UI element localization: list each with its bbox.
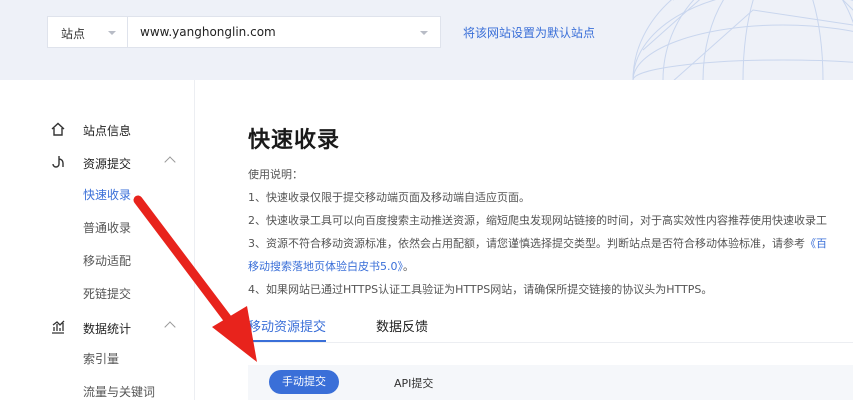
sidebar-item-label: 资源提交 (83, 157, 132, 171)
site-url-select[interactable]: www.yanghonglin.com (127, 16, 441, 48)
sidebar-subitem-dead-link[interactable]: 死链提交 (83, 285, 131, 302)
sidebar-item-label: 站点信息 (83, 124, 132, 138)
usage-line-1: 1、快速收录仅限于提交移动端页面及移动端自适应页面。 (248, 191, 530, 204)
site-select[interactable]: 站点 (47, 16, 127, 48)
usage-line-4: 4、如果网站已通过HTTPS认证工具验证为HTTPS网站，请确保所提交链接的协议… (248, 283, 713, 296)
home-icon (51, 122, 65, 136)
site-url-value: www.yanghonglin.com (140, 25, 276, 39)
set-default-site-link[interactable]: 将该网站设置为默认站点 (463, 24, 595, 41)
manual-submit-button[interactable]: 手动提交 (269, 370, 339, 394)
globe-decoration-icon (632, 0, 853, 80)
sidebar-subitem-normal-index[interactable]: 普通收录 (83, 219, 131, 236)
submit-method-bar: 手动提交 API提交 (248, 365, 853, 400)
sidebar-subitem-index-volume[interactable]: 索引量 (83, 350, 119, 367)
whitepaper-link[interactable]: 《百 (805, 237, 827, 250)
sidebar-subitem-mobile-adapt[interactable]: 移动适配 (83, 252, 131, 269)
chevron-up-icon (164, 321, 176, 333)
api-submit-tab[interactable]: API提交 (394, 375, 433, 391)
chevron-down-icon (108, 31, 116, 35)
usage-line-3-cont: 移动搜索落地页体验白皮书5.0》。 (248, 258, 414, 274)
page-title: 快速收录 (248, 128, 341, 153)
top-header: 站点 www.yanghonglin.com 将该网站设置为默认站点 (0, 0, 853, 80)
chevron-down-icon (420, 31, 428, 35)
tab-data-feedback[interactable]: 数据反馈 (376, 316, 428, 335)
main-content: 快速收录 使用说明： 1、快速收录仅限于提交移动端页面及移动端自适应页面。 2、… (196, 80, 853, 400)
usage-line-3-tail: 。 (403, 260, 414, 273)
usage-line-2: 2、快速收录工具可以向百度搜索主动推送资源，缩短爬虫发现网站链接的时间，对于高实… (248, 214, 827, 227)
whitepaper-link-cont[interactable]: 移动搜索落地页体验白皮书5.0》 (248, 260, 403, 273)
chart-icon (52, 320, 65, 334)
sidebar-item-site-info[interactable]: 站点信息 (0, 117, 194, 143)
usage-heading: 使用说明： (248, 168, 303, 181)
site-select-label: 站点 (61, 27, 86, 41)
sidebar-subitem-traffic-keywords[interactable]: 流量与关键词 (83, 383, 155, 400)
tab-mobile-resource-submit[interactable]: 移动资源提交 (248, 316, 326, 335)
sidebar-subitem-fast-index[interactable]: 快速收录 (83, 186, 131, 203)
sidebar-item-label: 数据统计 (83, 322, 132, 336)
submit-icon (52, 156, 64, 168)
sidebar: 站点信息 资源提交 快速收录 普通收录 移动适配 死链提交 数据统计 索引量 流… (0, 80, 195, 400)
chevron-up-icon (164, 156, 176, 168)
sidebar-item-data-stats[interactable]: 数据统计 (0, 315, 194, 341)
tabs-divider (248, 342, 853, 343)
sidebar-item-resource-submit[interactable]: 资源提交 (0, 150, 194, 176)
usage-line-3: 3、资源不符合移动资源标准，依然会占用配额，请您谨慎选择提交类型。判断站点是否符… (248, 235, 827, 251)
usage-line-3-text: 3、资源不符合移动资源标准，依然会占用配额，请您谨慎选择提交类型。判断站点是否符… (248, 237, 805, 250)
